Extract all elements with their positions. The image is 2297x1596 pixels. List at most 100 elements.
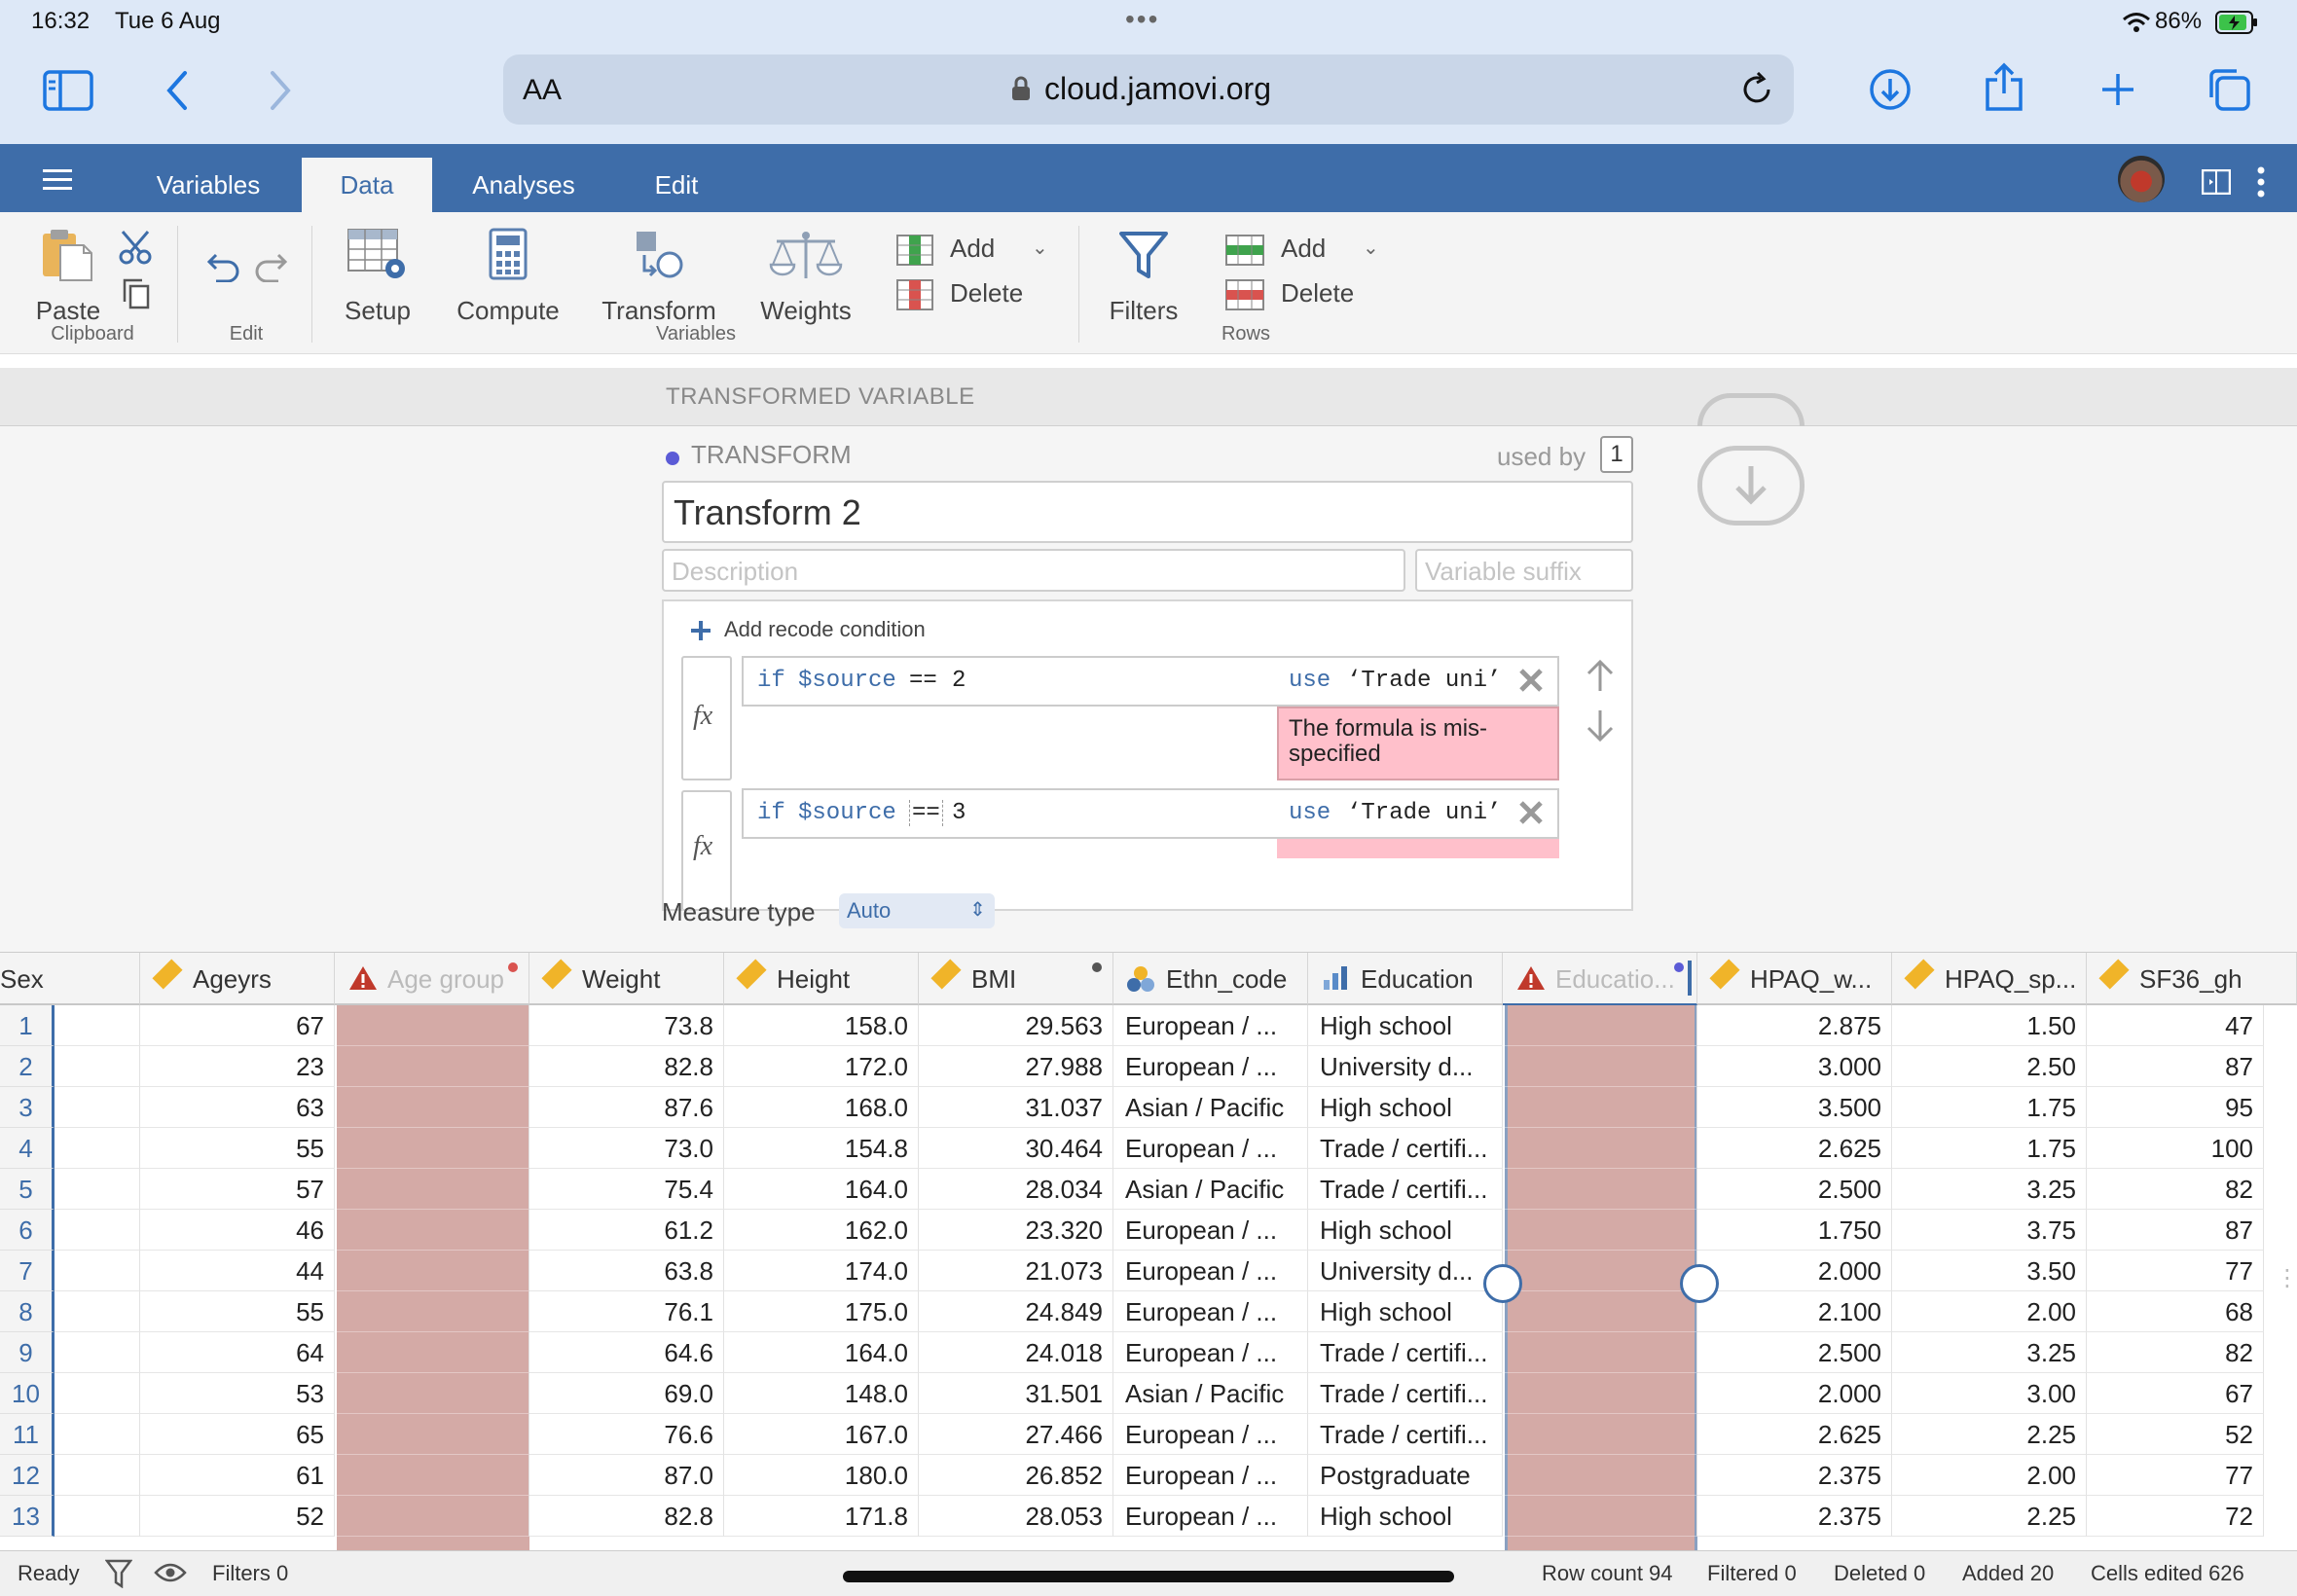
cell-hpaq-sp[interactable]: 1.75 xyxy=(1892,1087,2087,1128)
cell-sex[interactable] xyxy=(55,1046,140,1087)
row-number[interactable]: 1 xyxy=(0,1005,55,1046)
column-header-hpaq-sp[interactable]: HPAQ_sp... xyxy=(1892,953,2087,1005)
variable-suffix-field[interactable]: Variable suffix xyxy=(1415,549,1633,592)
cell-ethn-code[interactable]: Asian / Pacific xyxy=(1113,1087,1308,1128)
row-number[interactable]: 12 xyxy=(0,1455,55,1496)
cell-sf36-gh[interactable]: 68 xyxy=(2087,1291,2264,1332)
paste-button[interactable]: Paste xyxy=(29,224,107,331)
row-number[interactable]: 11 xyxy=(0,1414,55,1455)
cell-bmi[interactable]: 24.849 xyxy=(919,1291,1113,1332)
cell-education-transformed[interactable] xyxy=(1503,1087,1697,1128)
column-header-sex[interactable]: Sex xyxy=(0,953,140,1005)
cell-hpaq-sp[interactable]: 3.50 xyxy=(1892,1251,2087,1291)
cell-hpaq-sp[interactable]: 1.50 xyxy=(1892,1005,2087,1046)
cell-sex[interactable] xyxy=(55,1455,140,1496)
cell-sf36-gh[interactable]: 95 xyxy=(2087,1087,2264,1128)
column-header-hpaq-w[interactable]: HPAQ_w... xyxy=(1697,953,1892,1005)
visibility-eye-icon[interactable] xyxy=(154,1561,187,1584)
cell-age-group[interactable] xyxy=(335,1291,529,1332)
measure-type-select[interactable]: Auto ⇕ xyxy=(839,893,995,928)
cell-hpaq-sp[interactable]: 2.25 xyxy=(1892,1414,2087,1455)
cell-education-transformed[interactable] xyxy=(1503,1210,1697,1251)
cell-bmi[interactable]: 28.034 xyxy=(919,1169,1113,1210)
cell-height[interactable]: 164.0 xyxy=(724,1332,919,1373)
cell-sf36-gh[interactable]: 82 xyxy=(2087,1332,2264,1373)
cell-education-transformed[interactable] xyxy=(1503,1005,1697,1046)
forward-icon[interactable] xyxy=(269,70,292,111)
cell-weight[interactable]: 75.4 xyxy=(529,1169,724,1210)
back-icon[interactable] xyxy=(165,70,189,111)
cell-height[interactable]: 162.0 xyxy=(724,1210,919,1251)
cell-age-group[interactable] xyxy=(335,1005,529,1046)
cell-sf36-gh[interactable]: 72 xyxy=(2087,1496,2264,1537)
cell-weight[interactable]: 73.8 xyxy=(529,1005,724,1046)
cell-sf36-gh[interactable]: 87 xyxy=(2087,1210,2264,1251)
cell-education-transformed[interactable] xyxy=(1503,1251,1697,1291)
description-field[interactable]: Description xyxy=(662,549,1405,592)
cell-sex[interactable] xyxy=(55,1128,140,1169)
home-indicator[interactable] xyxy=(843,1571,1454,1582)
weights-button[interactable]: Weights xyxy=(747,224,864,331)
cell-height[interactable]: 171.8 xyxy=(724,1496,919,1537)
cell-ageyrs[interactable]: 65 xyxy=(140,1414,335,1455)
cell-sex[interactable] xyxy=(55,1005,140,1046)
condition-2-formula[interactable]: if $source == 3 use ‘Trade uni’ xyxy=(742,788,1559,839)
cell-ethn-code[interactable]: European / ... xyxy=(1113,1332,1308,1373)
cell-weight[interactable]: 76.6 xyxy=(529,1414,724,1455)
cell-hpaq-w[interactable]: 2.500 xyxy=(1697,1169,1892,1210)
cell-sf36-gh[interactable]: 87 xyxy=(2087,1046,2264,1087)
share-icon[interactable] xyxy=(1984,62,2024,113)
cell-sf36-gh[interactable]: 100 xyxy=(2087,1128,2264,1169)
column-header-education-transformed[interactable]: Educatio... xyxy=(1503,953,1697,1005)
cut-icon[interactable] xyxy=(119,230,152,265)
cell-weight[interactable]: 82.8 xyxy=(529,1496,724,1537)
cell-ageyrs[interactable]: 61 xyxy=(140,1455,335,1496)
cell-age-group[interactable] xyxy=(335,1455,529,1496)
cell-age-group[interactable] xyxy=(335,1046,529,1087)
cell-weight[interactable]: 64.6 xyxy=(529,1332,724,1373)
cell-sf36-gh[interactable]: 67 xyxy=(2087,1373,2264,1414)
condition-1-result[interactable]: ‘Trade uni’ xyxy=(1347,668,1501,694)
cell-education-transformed[interactable] xyxy=(1503,1046,1697,1087)
cell-weight[interactable]: 87.0 xyxy=(529,1455,724,1496)
cell-sex[interactable] xyxy=(55,1291,140,1332)
cell-age-group[interactable] xyxy=(335,1373,529,1414)
user-avatar[interactable] xyxy=(2118,156,2165,202)
cell-height[interactable]: 164.0 xyxy=(724,1169,919,1210)
cell-education-transformed[interactable] xyxy=(1503,1496,1697,1537)
condition-2-result[interactable]: ‘Trade uni’ xyxy=(1347,800,1501,826)
sidebar-toggle-icon[interactable] xyxy=(43,70,93,111)
cell-ethn-code[interactable]: European / ... xyxy=(1113,1210,1308,1251)
column-header-weight[interactable]: Weight xyxy=(529,953,724,1005)
row-number[interactable]: 13 xyxy=(0,1496,55,1537)
cell-ethn-code[interactable]: European / ... xyxy=(1113,1455,1308,1496)
tabs-overview-icon[interactable] xyxy=(2206,66,2252,113)
cell-ageyrs[interactable]: 53 xyxy=(140,1373,335,1414)
reader-text-size[interactable]: AA xyxy=(523,74,562,107)
add-variable-button[interactable]: Add ⌄ xyxy=(892,232,1057,271)
row-number[interactable]: 2 xyxy=(0,1046,55,1087)
cell-hpaq-w[interactable]: 2.625 xyxy=(1697,1128,1892,1169)
row-number[interactable]: 3 xyxy=(0,1087,55,1128)
redo-icon[interactable] xyxy=(253,251,288,282)
column-header-bmi[interactable]: BMI xyxy=(919,953,1113,1005)
cell-hpaq-w[interactable]: 2.100 xyxy=(1697,1291,1892,1332)
cell-hpaq-sp[interactable]: 1.75 xyxy=(1892,1128,2087,1169)
cell-age-group[interactable] xyxy=(335,1251,529,1291)
remove-condition-2-icon[interactable] xyxy=(1518,800,1544,825)
add-row-button[interactable]: Add ⌄ xyxy=(1222,232,1388,271)
cell-weight[interactable]: 76.1 xyxy=(529,1291,724,1332)
cell-hpaq-w[interactable]: 2.375 xyxy=(1697,1455,1892,1496)
column-header-height[interactable]: Height xyxy=(724,953,919,1005)
cell-education[interactable]: Postgraduate xyxy=(1308,1455,1503,1496)
cell-age-group[interactable] xyxy=(335,1169,529,1210)
cell-sf36-gh[interactable]: 52 xyxy=(2087,1414,2264,1455)
cell-ethn-code[interactable]: European / ... xyxy=(1113,1046,1308,1087)
layout-toggle-icon[interactable] xyxy=(2202,169,2231,195)
filters-button[interactable]: Filters xyxy=(1100,224,1187,331)
cell-hpaq-w[interactable]: 3.000 xyxy=(1697,1046,1892,1087)
cell-sf36-gh[interactable]: 77 xyxy=(2087,1455,2264,1496)
cell-education[interactable]: University d... xyxy=(1308,1046,1503,1087)
cell-ageyrs[interactable]: 63 xyxy=(140,1087,335,1128)
scroll-down-button[interactable] xyxy=(1697,446,1805,526)
